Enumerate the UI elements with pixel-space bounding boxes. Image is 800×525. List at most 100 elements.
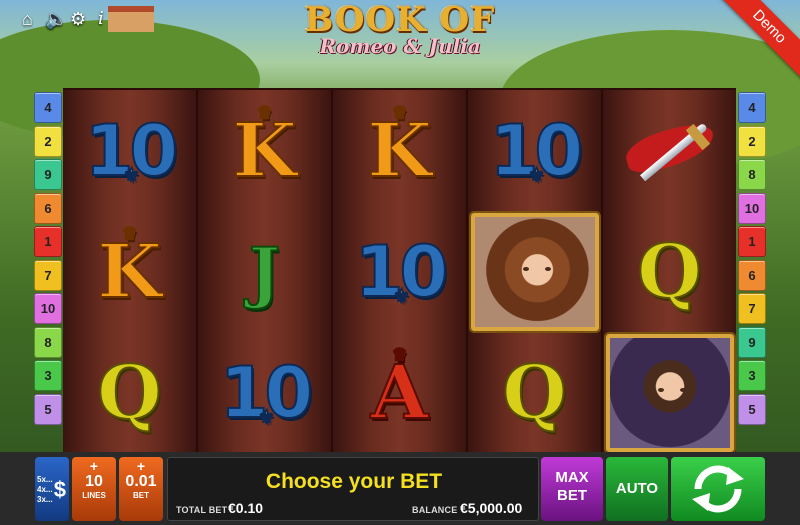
- symbol-j: J: [198, 211, 331, 332]
- symbol-dagger: [603, 90, 736, 211]
- symbol-10: 10 ⚜: [468, 90, 601, 211]
- payline-marker[interactable]: 2: [34, 125, 62, 157]
- symbol-text: Q: [501, 349, 567, 436]
- symbol-label: J: [248, 232, 281, 312]
- symbol-label: K ♛: [366, 103, 432, 192]
- payline-marker[interactable]: 7: [34, 259, 62, 291]
- symbol-k: K ♛: [333, 90, 466, 211]
- reel-area: 10 ⚜ K ♛ Q K ♛ J 10 ⚜ K ♛ 10 ⚜ A ♛ 10 ⚜ Q Q: [63, 88, 736, 454]
- control-bar: 5x... 4x... 3x... $ + 10 LINES + 0.01 BE…: [0, 452, 800, 525]
- lines-value: 10: [85, 473, 103, 490]
- crown-icon: ♛: [256, 102, 272, 122]
- crown-icon: ♛: [391, 102, 407, 122]
- payline-marker[interactable]: 3: [34, 360, 62, 391]
- portrait-eye: [679, 387, 686, 392]
- symbol-q: Q: [468, 332, 601, 453]
- symbol-juliet-portrait: [468, 210, 601, 333]
- symbol-label: Q: [636, 228, 702, 315]
- payline-marker[interactable]: 2: [738, 125, 766, 157]
- payline-marker[interactable]: 5: [34, 393, 62, 425]
- symbol-q: Q: [603, 211, 736, 332]
- paylines-right: 4 2 8 10 1 6 7 9 3 5: [738, 92, 766, 427]
- home-icon[interactable]: ⌂: [22, 10, 33, 28]
- total-bet-value: €0.10: [228, 500, 264, 516]
- symbol-text: J: [248, 232, 281, 312]
- status-message: Choose your BET: [265, 470, 443, 493]
- plus-icon: +: [136, 458, 146, 474]
- dagger-icon: [615, 116, 725, 186]
- spin-button[interactable]: [671, 457, 765, 521]
- balance-label: BALANCE: [412, 505, 458, 515]
- payline-marker[interactable]: 7: [738, 293, 766, 324]
- payline-marker[interactable]: 8: [34, 326, 62, 358]
- payline-marker[interactable]: 9: [738, 326, 766, 358]
- max-bet-button[interactable]: MAX BET: [541, 457, 603, 521]
- symbol-10: 10 ⚜: [333, 211, 466, 332]
- balance-value: €5,000.00: [460, 500, 523, 516]
- lines-label: LINES: [82, 491, 106, 500]
- symbol-text: Q: [96, 349, 162, 436]
- fleur-de-lis-icon: ⚜: [527, 164, 545, 186]
- plus-icon: +: [89, 458, 99, 474]
- fleur-de-lis-icon: ⚜: [122, 164, 140, 186]
- symbol-label: K ♛: [231, 103, 297, 192]
- symbol-k: K ♛: [63, 211, 196, 332]
- symbol-text: Q: [636, 228, 702, 315]
- payline-marker[interactable]: 3: [738, 360, 766, 391]
- symbol-label: Q: [96, 349, 162, 436]
- game-logo: BOOK OF Romeo & Julia: [290, 2, 510, 56]
- payline-marker[interactable]: 4: [34, 92, 62, 123]
- symbol-label: 10 ⚜: [219, 352, 314, 434]
- bet-label: BET: [133, 491, 149, 500]
- juliet-portrait-image: [468, 210, 601, 333]
- symbol-label: 10 ⚜: [354, 231, 449, 313]
- logo-subtitle: Romeo & Julia: [319, 34, 481, 58]
- max-bet-label: MAX: [555, 469, 589, 486]
- total-bet-label: TOTAL BET: [176, 505, 228, 515]
- payline-marker[interactable]: 6: [34, 192, 62, 224]
- payline-marker[interactable]: 4: [738, 92, 766, 123]
- paylines-left: 4 2 9 6 1 7 10 8 3 5: [34, 92, 62, 427]
- payline-marker[interactable]: 5: [738, 393, 766, 425]
- portrait-eye: [544, 266, 551, 271]
- symbol-label: Q: [501, 349, 567, 436]
- symbol-a: A ♛: [333, 332, 466, 453]
- symbol-label: 10 ⚜: [84, 110, 179, 192]
- payline-marker[interactable]: 1: [738, 226, 766, 257]
- fleur-de-lis-icon: ⚜: [257, 406, 275, 428]
- auto-button[interactable]: AUTO: [606, 457, 668, 521]
- payline-marker[interactable]: 9: [34, 159, 62, 190]
- symbol-label: K ♛: [96, 224, 162, 313]
- payline-marker[interactable]: 10: [34, 293, 62, 324]
- lines-button[interactable]: + 10 LINES: [72, 457, 116, 521]
- payline-marker[interactable]: 1: [34, 226, 62, 257]
- bet-button[interactable]: + 0.01 BET: [119, 457, 163, 521]
- symbol-k: K ♛: [198, 90, 331, 211]
- payline-marker[interactable]: 8: [738, 159, 766, 190]
- bet-value: 0.01: [125, 473, 157, 490]
- spin-icon: [692, 465, 744, 513]
- logo-title: BOOK OF: [304, 0, 496, 40]
- multiplier-label: 5x...: [37, 475, 53, 484]
- fleur-de-lis-icon: ⚜: [392, 285, 410, 307]
- top-bar: ⌂ 🔈 ⚙ i BOOK OF Romeo & Julia Demo: [0, 0, 800, 83]
- symbol-label: A ♛: [370, 345, 429, 434]
- currency-button[interactable]: 5x... 4x... 3x... $: [35, 457, 69, 521]
- portrait-eye: [522, 266, 529, 271]
- payline-marker[interactable]: 6: [738, 259, 766, 291]
- speaker-icon[interactable]: 🔈: [45, 10, 67, 28]
- info-display: Choose your BET TOTAL BET €0.10 BALANCE …: [167, 457, 539, 521]
- symbol-q: Q: [63, 332, 196, 453]
- payline-marker[interactable]: 10: [738, 192, 766, 224]
- romeo-portrait-image: [603, 331, 736, 454]
- symbol-romeo-portrait: [603, 331, 736, 454]
- multiplier-label: 3x...: [37, 495, 53, 504]
- portrait-eye: [657, 387, 664, 392]
- symbol-label: 10 ⚜: [489, 110, 584, 192]
- symbol-10: 10 ⚜: [198, 332, 331, 453]
- max-bet-label: BET: [557, 487, 587, 504]
- gear-icon[interactable]: ⚙: [70, 10, 86, 28]
- info-icon[interactable]: i: [98, 10, 104, 28]
- symbol-10: 10 ⚜: [63, 90, 196, 211]
- crown-icon: ♛: [391, 344, 407, 364]
